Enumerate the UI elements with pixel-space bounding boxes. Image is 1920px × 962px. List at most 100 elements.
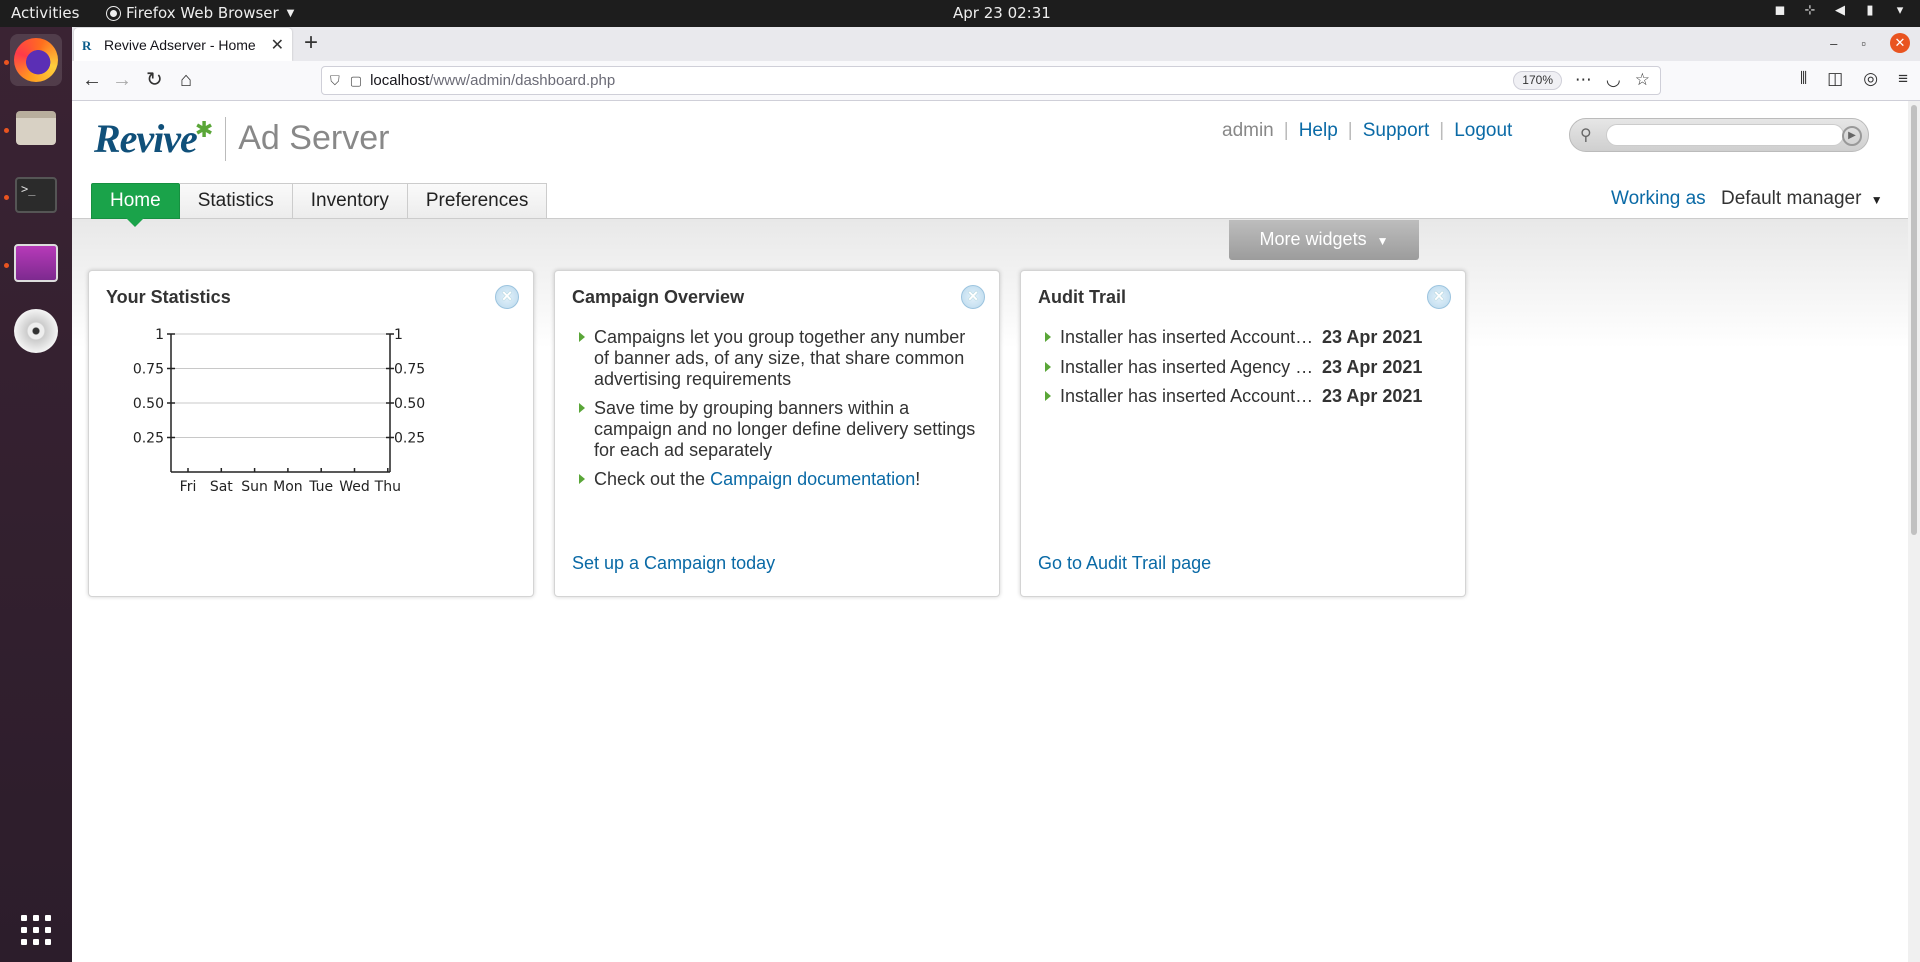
forward-button[interactable]: → [112, 69, 132, 91]
account-icon[interactable]: ◎ [1863, 69, 1878, 89]
campaign-tips: Campaigns let you group together any num… [573, 327, 983, 498]
close-icon[interactable]: × [961, 285, 985, 309]
page-content: Revive ✱ Ad Server admin | Help | Suppor… [72, 101, 1908, 962]
statistics-chart: 1 1 0.75 0.75 0.50 0.50 0.25 0.25 Fri Sat Sun Mon Tu… [133, 327, 425, 495]
search-input[interactable] [1606, 124, 1844, 146]
tab-preferences[interactable]: Preferences [407, 183, 548, 219]
page-scrollbar[interactable] [1908, 101, 1920, 962]
bookmark-star-icon[interactable]: ☆ [1635, 70, 1650, 90]
url-host: localhost [370, 72, 430, 89]
y2-tick-label: 0.75 [394, 362, 425, 378]
navigation-toolbar: ← → ↻ ⌂ ⛉ ▢ localhost/www/admin/dashboar… [72, 61, 1920, 101]
audit-entry[interactable]: Installer has inserted Agency (1) 23 Apr … [1039, 357, 1459, 387]
setup-campaign-link[interactable]: Set up a Campaign today [572, 553, 775, 574]
show-apps-button[interactable] [10, 904, 62, 956]
disc-icon [14, 309, 58, 353]
audit-entry[interactable]: Installer has inserted Account (2) 23 Apr… [1039, 386, 1459, 416]
x-tick-label: Fri [180, 479, 197, 495]
y-tick-label: 0.25 [133, 431, 164, 447]
username: admin [1222, 120, 1274, 141]
zoom-indicator[interactable]: 170% [1513, 71, 1562, 90]
working-as-link[interactable]: Working as [1611, 188, 1706, 209]
running-indicator [4, 60, 9, 65]
system-top-bar: Activities Firefox Web Browser ▼ Apr 23 … [0, 0, 1920, 27]
tab-close-icon[interactable]: ✕ [271, 35, 284, 55]
volume-icon: ◀ [1835, 3, 1845, 18]
y2-tick-label: 0.50 [394, 396, 425, 412]
sidebar-icon[interactable]: ◫ [1827, 69, 1843, 89]
x-tick-label: Thu [374, 479, 401, 495]
battery-icon: ▮ [1866, 3, 1874, 18]
help-link[interactable]: Help [1299, 120, 1338, 142]
back-button[interactable]: ← [82, 69, 102, 91]
folder-icon [16, 111, 56, 145]
close-icon[interactable]: × [1427, 285, 1451, 309]
more-widgets-button[interactable]: More widgets ▼ [1229, 220, 1419, 260]
dock-terminal[interactable]: >_ [10, 169, 62, 221]
audit-event: Installer has inserted Account (2) [1060, 386, 1314, 406]
shield-icon: ⛉ [330, 72, 340, 88]
system-tray[interactable]: ◼ ⊹ ◀ ▮ ▾ [1772, 3, 1908, 18]
reload-button[interactable]: ↻ [146, 69, 163, 91]
audit-event: Installer has inserted Account (1) [1060, 327, 1314, 347]
url-bar[interactable]: ⛉ ▢ localhost/www/admin/dashboard.php 17… [321, 66, 1661, 95]
campaign-documentation-link[interactable]: Campaign documentation [710, 469, 915, 489]
dock-disc[interactable] [10, 305, 62, 357]
hamburger-menu-icon[interactable]: ≡ [1898, 69, 1908, 89]
activities-button[interactable]: Activities [11, 4, 79, 22]
tab-inventory[interactable]: Inventory [292, 183, 408, 219]
caret-down-icon: ▼ [1376, 234, 1389, 248]
pocket-icon[interactable]: ◡ [1606, 70, 1621, 90]
browser-tab[interactable]: R Revive Adserver - Home ✕ [74, 28, 292, 61]
url-path: /www/admin/dashboard.php [429, 72, 616, 89]
search-go-icon[interactable]: ▶ [1842, 126, 1862, 146]
dock-firefox[interactable] [10, 34, 62, 86]
audit-trail-link[interactable]: Go to Audit Trail page [1038, 553, 1211, 574]
caret-down-icon[interactable]: ▼ [1871, 193, 1883, 207]
minimize-button[interactable]: – [1830, 36, 1837, 51]
url-actions: ⋯ ◡ ☆ [1575, 70, 1650, 90]
window-close-button[interactable]: ✕ [1890, 33, 1910, 53]
terminal-icon: >_ [15, 177, 57, 213]
library-icon[interactable]: ⫴ [1800, 69, 1807, 89]
audit-date: 23 Apr 2021 [1322, 386, 1423, 406]
separator: | [1439, 120, 1445, 141]
audit-list: Installer has inserted Account (1) 23 Apr… [1039, 327, 1459, 416]
close-icon[interactable]: × [495, 285, 519, 309]
tab-title: Revive Adserver - Home [104, 36, 256, 53]
app-menu-label: Firefox Web Browser [126, 4, 279, 22]
firefox-icon [14, 38, 58, 82]
tab-home[interactable]: Home [91, 183, 180, 227]
widget-audit-trail: Audit Trail × Installer has inserted Acc… [1020, 270, 1466, 597]
new-tab-button[interactable]: + [304, 30, 318, 56]
account-switcher[interactable]: Default manager [1721, 188, 1861, 209]
tab-statistics[interactable]: Statistics [179, 183, 293, 219]
scrollbar-thumb[interactable] [1911, 105, 1917, 535]
clock[interactable]: Apr 23 02:31 [953, 4, 1051, 22]
camera-icon: ◼ [1774, 3, 1786, 18]
revive-logo[interactable]: Revive ✱ Ad Server [94, 115, 389, 162]
x-tick-label: Wed [339, 479, 370, 495]
audit-entry[interactable]: Installer has inserted Account (1) 23 Apr… [1039, 327, 1459, 357]
firefox-icon [107, 6, 120, 20]
dock-video[interactable] [10, 237, 62, 289]
support-link[interactable]: Support [1363, 120, 1430, 142]
more-actions-icon[interactable]: ⋯ [1575, 70, 1592, 90]
home-button[interactable]: ⌂ [180, 69, 192, 91]
page-icon: ▢ [349, 72, 363, 88]
maximize-button[interactable]: ▫ [1861, 36, 1866, 51]
running-indicator [4, 195, 9, 200]
network-icon: ⊹ [1804, 3, 1816, 18]
power-caret-icon: ▾ [1896, 3, 1904, 18]
dock-files[interactable] [10, 102, 62, 154]
y2-tick-label: 0.25 [394, 431, 425, 447]
app-menu[interactable]: Firefox Web Browser ▼ [107, 4, 294, 22]
widget-statistics: Your Statistics × 1 1 0.75 0.75 0.50 0.50 0.25… [88, 270, 534, 597]
separator: | [1347, 120, 1353, 141]
search-icon: ⚲ [1580, 127, 1592, 144]
app-grid-icon [21, 915, 51, 945]
logout-link[interactable]: Logout [1454, 120, 1512, 142]
tab-strip: R Revive Adserver - Home ✕ + – ▫ ✕ [72, 27, 1920, 61]
widget-title: Your Statistics [106, 287, 231, 307]
y2-tick-label: 1 [394, 327, 403, 343]
